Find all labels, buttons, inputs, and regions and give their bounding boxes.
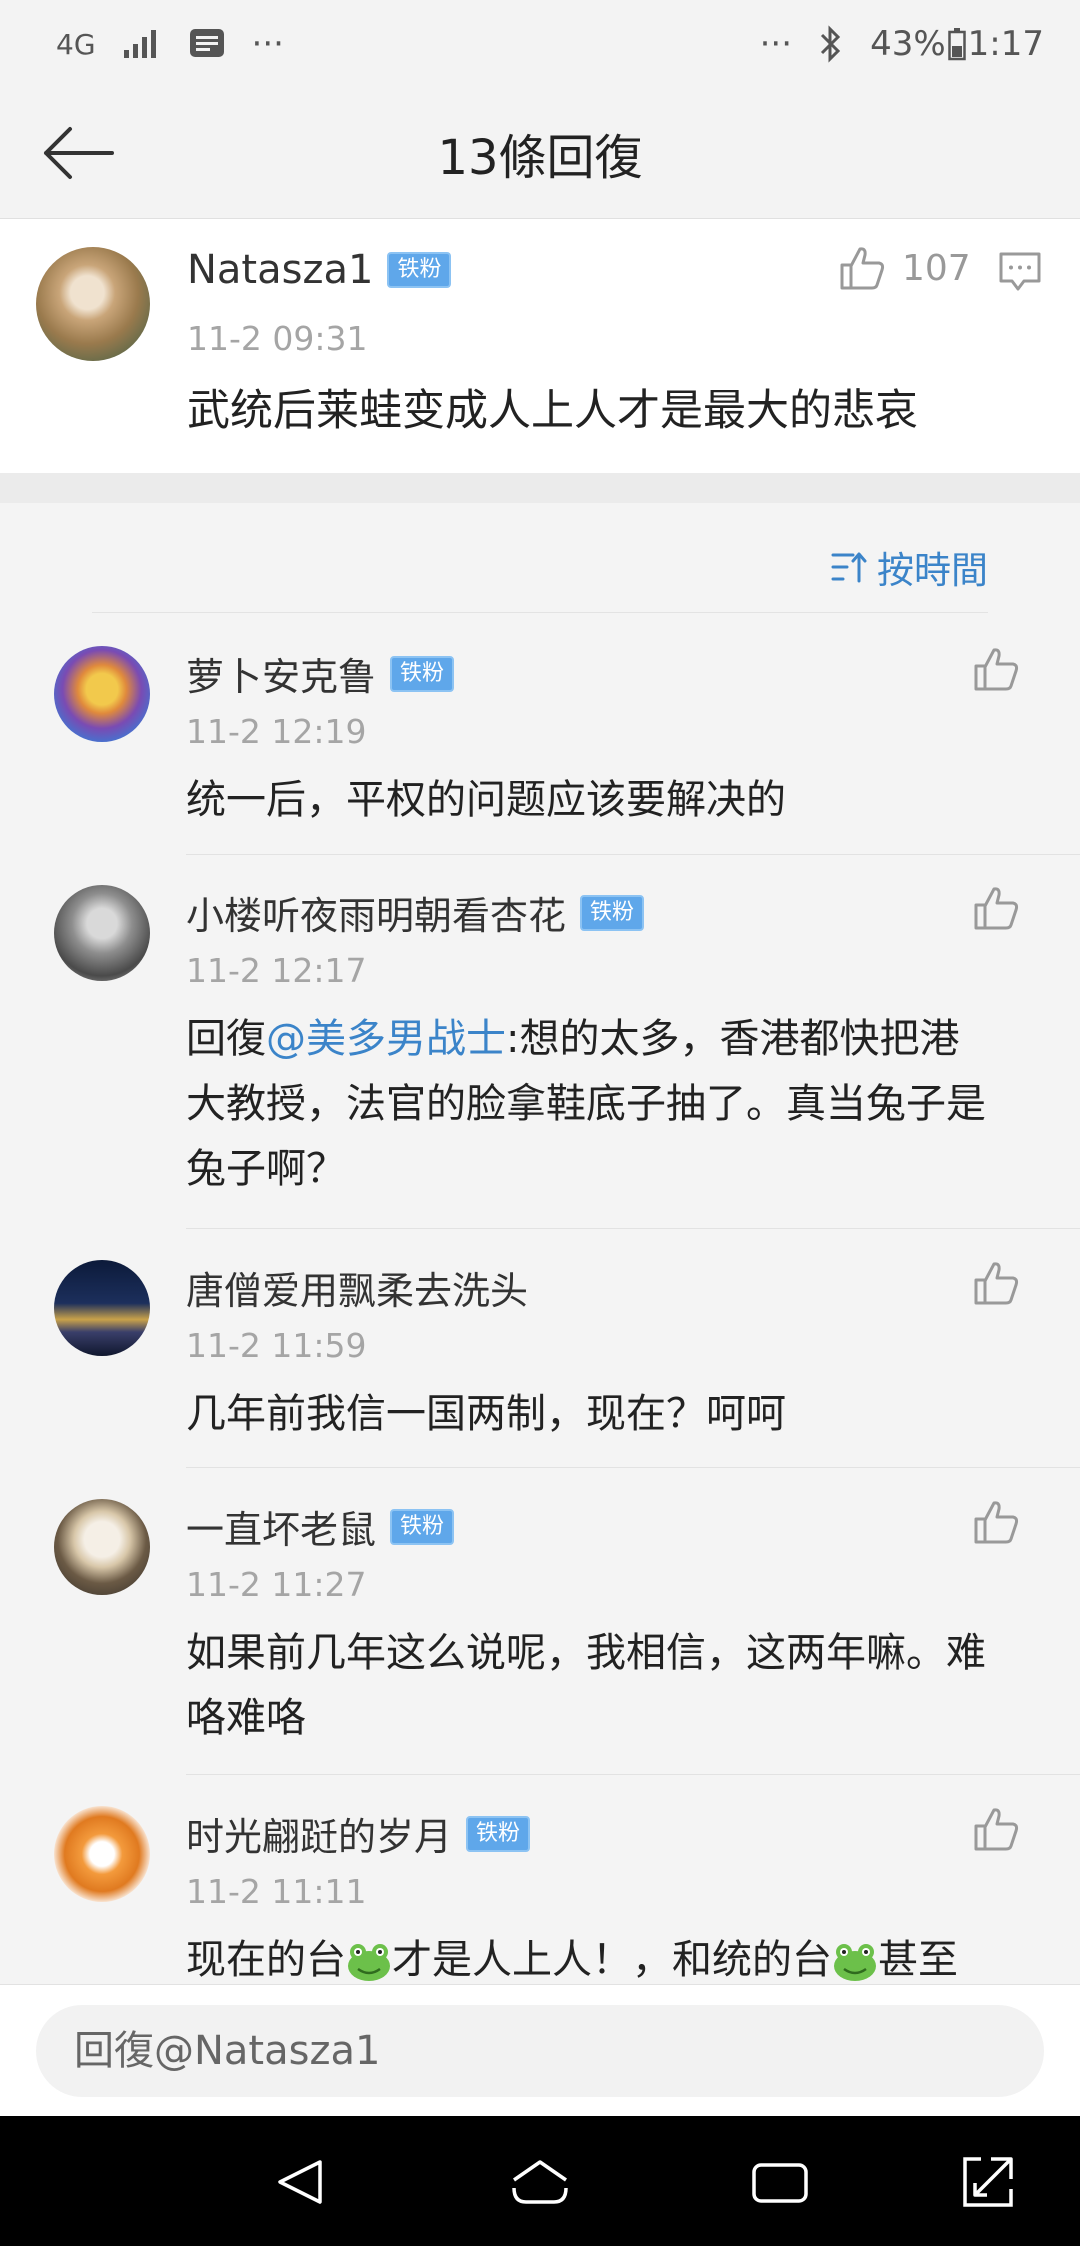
divider — [186, 854, 1080, 855]
content-part: 甚至 — [878, 1937, 958, 1983]
content-line: 如果前几年这么说呢，我相信，这两年嘛。难 — [186, 1630, 986, 1676]
page-title: 13條回復 — [437, 130, 643, 186]
content-line: 大教授，法官的脸拿鞋底子抽了。真当兔子是 — [186, 1081, 986, 1127]
thumbs-up-icon — [974, 887, 1019, 930]
like-button[interactable] — [972, 646, 1020, 696]
reply-button[interactable] — [998, 251, 1042, 297]
content-line: :想的太多，香港都快把港 — [506, 1016, 960, 1062]
frog-emoji-icon — [348, 1944, 390, 1981]
original-post: Natasza1 铁粉 11-2 09:31 107 武统后莱蛙变成人上人才是最… — [0, 219, 1080, 473]
comment-item: 一直坏老鼠 铁粉 11-2 11:27 如果前几年这么说呢，我相信，这两年嘛。难… — [0, 1499, 1080, 1775]
username[interactable]: 唐僧爱用飘柔去洗头 — [186, 1260, 528, 1315]
nav-expand-button[interactable] — [956, 2150, 1020, 2214]
system-nav-bar — [0, 2116, 1080, 2246]
content-part: 才是人上人！，和统的台 — [392, 1937, 832, 1983]
comment-content: 几年前我信一国两制，现在？呵呵 — [186, 1391, 786, 1437]
fan-badge: 铁粉 — [390, 1508, 455, 1545]
frog-emoji-icon — [834, 1944, 876, 1981]
fan-badge: 铁粉 — [390, 655, 455, 692]
thumbs-up-icon — [974, 1501, 1019, 1544]
username[interactable]: 一直坏老鼠 — [186, 1499, 376, 1554]
nav-home-button[interactable] — [508, 2150, 572, 2214]
signal-icon — [122, 28, 162, 60]
timestamp: 11-2 11:11 — [186, 1872, 367, 1911]
page-header: 13條回復 — [0, 88, 1080, 219]
back-button[interactable] — [40, 118, 120, 188]
timestamp: 11-2 11:59 — [186, 1326, 367, 1365]
content-line: 兔子啊？ — [186, 1146, 346, 1192]
avatar[interactable] — [54, 1499, 150, 1595]
recents-icon — [752, 2163, 808, 2203]
like-count: 107 — [902, 247, 971, 289]
comment-item: 时光翩跹的岁月 铁粉 11-2 11:11 现在的台 才是人上人！，和统的台 甚至 — [0, 1806, 1080, 1984]
arrow-left-icon — [44, 127, 114, 179]
like-button[interactable]: 107 — [838, 245, 971, 291]
divider — [186, 1228, 1080, 1229]
like-button[interactable] — [972, 885, 1020, 935]
message-icon — [188, 27, 226, 61]
post-content: 武统后莱蛙变成人上人才是最大的悲哀 — [187, 386, 918, 436]
thumbs-up-icon — [974, 648, 1019, 691]
timestamp: 11-2 09:31 — [187, 319, 368, 358]
thumbs-up-icon — [974, 1262, 1019, 1305]
battery-icon — [947, 27, 966, 61]
avatar[interactable] — [54, 646, 150, 742]
avatar[interactable] — [36, 247, 150, 361]
nav-recents-button[interactable] — [748, 2150, 812, 2214]
fan-badge: 铁粉 — [387, 252, 452, 288]
section-divider — [0, 473, 1080, 503]
network-4g-icon: 4G — [56, 27, 96, 61]
comment-icon — [999, 252, 1041, 291]
comment-content: 现在的台 才是人上人！，和统的台 甚至 — [186, 1928, 958, 1984]
avatar[interactable] — [54, 1260, 150, 1356]
content-line: 咯难咯 — [186, 1695, 306, 1741]
thumbs-up-icon — [974, 1808, 1019, 1851]
reply-bar — [0, 1984, 1080, 2117]
nav-back-button[interactable] — [268, 2150, 332, 2214]
like-button[interactable] — [972, 1499, 1020, 1549]
home-icon — [512, 2160, 568, 2204]
comment-item: 小楼听夜雨明朝看杏花 铁粉 11-2 12:17 回復@美多男战士:想的太多，香… — [0, 885, 1080, 1229]
sort-button[interactable]: 按時間 — [831, 540, 988, 594]
like-button[interactable] — [972, 1806, 1020, 1856]
triangle-back-icon — [278, 2160, 322, 2204]
expand-icon — [963, 2157, 1013, 2207]
sort-label: 按時間 — [877, 549, 988, 592]
comment-item: 萝卜安克鲁 铁粉 11-2 12:19 统一后，平权的问题应该要解决的 — [0, 646, 1080, 855]
comment-content: 统一后，平权的问题应该要解决的 — [186, 777, 786, 823]
timestamp: 11-2 12:19 — [186, 712, 367, 751]
more-notifications-icon: ··· — [251, 24, 284, 64]
username[interactable]: 小楼听夜雨明朝看杏花 — [186, 885, 566, 940]
reply-prefix: 回復 — [186, 1016, 266, 1062]
avatar[interactable] — [54, 885, 150, 981]
like-button[interactable] — [972, 1260, 1020, 1310]
user-mention-link[interactable]: @美多男战士 — [266, 1016, 506, 1062]
timestamp: 11-2 11:27 — [186, 1565, 367, 1604]
divider — [186, 1467, 1080, 1468]
fan-badge: 铁粉 — [466, 1815, 531, 1852]
clock: 1:17 — [967, 24, 1044, 64]
content-part: 现在的台 — [186, 1937, 346, 1983]
divider — [186, 1774, 1080, 1775]
status-bar: 4G ··· ··· 43% 1:17 — [0, 0, 1080, 88]
timestamp: 11-2 12:17 — [186, 951, 367, 990]
battery-percent: 43% — [870, 24, 946, 64]
comment-item: 唐僧爱用飘柔去洗头 11-2 11:59 几年前我信一国两制，现在？呵呵 — [0, 1260, 1080, 1468]
username[interactable]: 萝卜安克鲁 — [186, 646, 376, 701]
comment-content: 回復@美多男战士:想的太多，香港都快把港 大教授，法官的脸拿鞋底子抽了。真当兔子… — [186, 1007, 986, 1202]
avatar[interactable] — [54, 1806, 150, 1902]
sort-row: 按時間 — [92, 528, 988, 613]
bluetooth-icon — [818, 25, 844, 63]
fan-badge: 铁粉 — [580, 894, 645, 931]
reply-input[interactable] — [36, 2005, 1044, 2097]
comment-content: 如果前几年这么说呢，我相信，这两年嘛。难 咯难咯 — [186, 1621, 986, 1751]
username[interactable]: 时光翩跹的岁月 — [186, 1806, 452, 1861]
thumbs-up-icon — [840, 247, 885, 290]
sort-icon — [831, 552, 867, 583]
username[interactable]: Natasza1 — [187, 247, 373, 293]
more-status-icon: ··· — [759, 24, 793, 64]
